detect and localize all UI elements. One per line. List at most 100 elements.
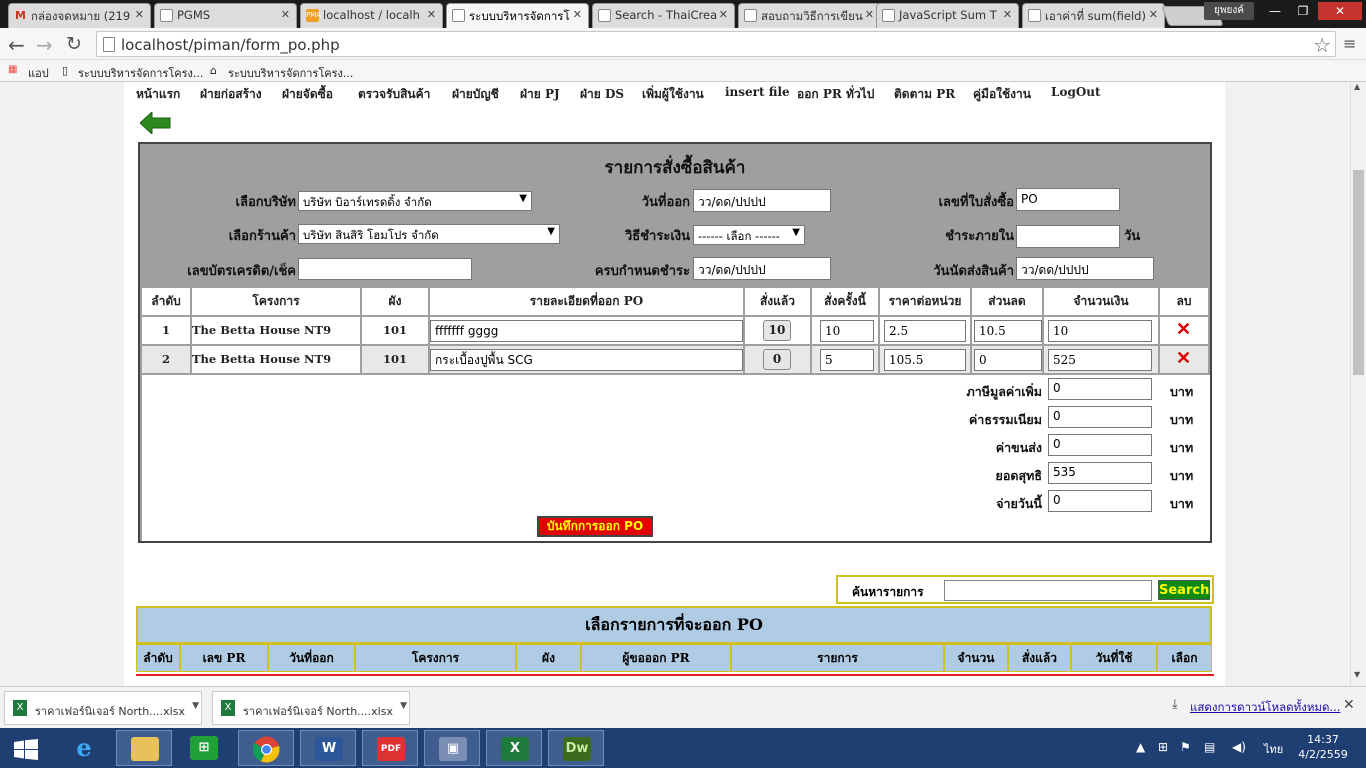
pay-today-input[interactable]: 0 <box>1048 490 1152 512</box>
bookmark-item[interactable]: ระบบบริหารจัดการโครง... <box>78 64 203 82</box>
search-button[interactable]: Search <box>1158 580 1210 600</box>
taskbar-excel[interactable]: X <box>486 730 542 766</box>
chrome-menu-icon[interactable]: ≡ <box>1343 34 1356 53</box>
tab-pgms[interactable]: PGMS ✕ <box>154 3 297 28</box>
price-input[interactable]: 105.5 <box>884 349 966 371</box>
close-icon[interactable]: ✕ <box>573 8 582 21</box>
chevron-down-icon[interactable]: ▼ <box>400 701 407 711</box>
card-input[interactable] <box>298 258 472 280</box>
bookmark-star-icon[interactable]: ☆ <box>1313 33 1331 57</box>
tab-gmail[interactable]: M กล่องจดหมาย (219 ✕ <box>8 3 151 28</box>
delivery-date-input[interactable]: วว/ดด/ปปปป <box>1016 257 1154 280</box>
close-icon[interactable]: ✕ <box>427 8 436 21</box>
volume-icon[interactable]: ◀) <box>1232 740 1246 754</box>
taskbar-dreamweaver[interactable]: Dw <box>548 730 604 766</box>
close-icon[interactable]: ✕ <box>281 8 290 21</box>
tab-js-sum[interactable]: JavaScript Sum T ✕ <box>876 3 1019 28</box>
user-badge[interactable]: ยุพยงค์ <box>1204 2 1254 20</box>
bookmark-apps[interactable]: แอป <box>28 64 49 82</box>
shop-select[interactable]: บริษัท สินสิริ โฮมโปร จำกัด ▼ <box>298 224 560 244</box>
vertical-scrollbar[interactable]: ▲ ▼ <box>1350 82 1366 686</box>
tab-sum-field[interactable]: เอาค่าที่ sum(field) ✕ <box>1022 3 1165 28</box>
taskbar-store[interactable]: ⊞ <box>176 730 232 766</box>
back-icon[interactable]: ← <box>8 33 25 57</box>
menu-general-pr[interactable]: ออก PR ทั่วไป <box>797 85 874 104</box>
apps-icon[interactable]: ▦ <box>8 64 17 75</box>
detail-input[interactable]: กระเบื้องปูพื้น SCG <box>430 349 743 371</box>
menu-purchasing[interactable]: ฝ่ายจัดซื้อ <box>282 85 333 104</box>
taskbar-ie[interactable]: e <box>56 730 112 766</box>
close-icon[interactable]: ✕ <box>135 8 144 21</box>
discount-input[interactable]: 10.5 <box>974 320 1042 342</box>
amount-input[interactable]: 525 <box>1048 349 1152 371</box>
amount-input[interactable]: 10 <box>1048 320 1152 342</box>
qty-input[interactable]: 5 <box>820 349 874 371</box>
menu-ds[interactable]: ฝ่าย DS <box>580 85 624 104</box>
flag-icon[interactable]: ⚑ <box>1180 740 1191 754</box>
close-icon[interactable]: ✕ <box>865 8 874 21</box>
reload-icon[interactable]: ↻ <box>66 33 82 55</box>
payment-select[interactable]: ------ เลือก ------ ▼ <box>693 225 805 245</box>
address-bar[interactable]: localhost/piman/form_po.php ☆ <box>96 31 1336 57</box>
menu-manual[interactable]: คู่มือใช้งาน <box>973 85 1031 104</box>
menu-accounting[interactable]: ฝ่ายบัญชี <box>452 85 499 104</box>
taskbar-word[interactable]: W <box>300 730 356 766</box>
close-icon[interactable]: ✕ <box>1343 697 1355 713</box>
back-arrow-icon[interactable] <box>140 112 172 134</box>
taskbar-chrome[interactable] <box>238 730 294 766</box>
page-info-icon[interactable] <box>103 37 115 52</box>
minimize-icon[interactable]: — <box>1262 2 1288 20</box>
scroll-down-icon[interactable]: ▼ <box>1354 670 1360 679</box>
taskbar-pdf[interactable]: PDF <box>362 730 418 766</box>
company-select[interactable]: บริษัท บิอาร์เทรดดิ้ง จำกัด ▼ <box>298 191 532 211</box>
fee-input[interactable]: 0 <box>1048 406 1152 428</box>
close-icon[interactable]: ✕ <box>1003 8 1012 21</box>
close-icon[interactable]: ✕ <box>719 8 728 21</box>
vat-input[interactable]: 0 <box>1048 378 1152 400</box>
show-all-downloads-link[interactable]: แสดงการดาวน์โหลดทั้งหมด... <box>1190 699 1340 717</box>
delete-icon[interactable]: ✕ <box>1176 349 1191 369</box>
save-po-button[interactable]: บันทึกการออก PO <box>537 516 653 537</box>
forward-icon[interactable]: → <box>36 33 53 57</box>
net-total-input[interactable]: 535 <box>1048 462 1152 484</box>
chevron-down-icon[interactable]: ▼ <box>192 701 199 711</box>
scrollbar-thumb[interactable] <box>1353 170 1364 375</box>
discount-input[interactable]: 0 <box>974 349 1042 371</box>
restore-icon[interactable]: ❐ <box>1290 2 1316 20</box>
taskbar-explorer[interactable] <box>116 730 172 766</box>
menu-track-pr[interactable]: ติดตาม PR <box>894 85 955 104</box>
menu-logout[interactable]: LogOut <box>1051 85 1101 99</box>
bookmark-item[interactable]: ระบบบริหารจัดการโครง... <box>228 64 353 82</box>
window-close-icon[interactable]: ✕ <box>1318 2 1362 20</box>
search-input[interactable] <box>944 580 1152 601</box>
price-input[interactable]: 2.5 <box>884 320 966 342</box>
ordered-button[interactable]: 10 <box>763 320 791 341</box>
download-item[interactable]: X ราคาเฟอร์นิเจอร์ North....xlsx ▼ <box>4 691 202 725</box>
delete-icon[interactable]: ✕ <box>1176 320 1191 340</box>
issue-date-input[interactable]: วว/ดด/ปปปป <box>693 189 831 212</box>
detail-input[interactable]: fffffff gggg <box>430 320 743 342</box>
tab-phpmyadmin[interactable]: PMA localhost / localh ✕ <box>300 3 443 28</box>
close-icon[interactable]: ✕ <box>1149 8 1158 21</box>
menu-insert-file[interactable]: insert file <box>725 85 790 99</box>
due-date-input[interactable]: วว/ดด/ปปปป <box>693 257 831 280</box>
show-hidden-icons-icon[interactable]: ▲ <box>1136 740 1145 754</box>
qty-input[interactable]: 10 <box>820 320 874 342</box>
tab-thaicreate[interactable]: Search - ThaiCrea ✕ <box>592 3 735 28</box>
po-number-input[interactable]: PO <box>1016 188 1120 211</box>
language-indicator[interactable]: ไทย <box>1264 740 1283 758</box>
shipping-input[interactable]: 0 <box>1048 434 1152 456</box>
menu-pj[interactable]: ฝ่าย PJ <box>520 85 560 104</box>
network-status-icon[interactable]: ▤ <box>1204 740 1215 754</box>
tab-piman[interactable]: ระบบบริหารจัดการโ ✕ <box>446 3 589 28</box>
taskbar-remote[interactable]: ▣ <box>424 730 480 766</box>
clock[interactable]: 14:37 4/2/2559 <box>1298 732 1348 762</box>
menu-construction[interactable]: ฝ่ายก่อสร้าง <box>200 85 262 104</box>
start-button[interactable] <box>0 730 56 766</box>
menu-receive[interactable]: ตรวจรับสินค้า <box>358 85 430 104</box>
menu-add-user[interactable]: เพิ่มผู้ใช้งาน <box>642 85 704 104</box>
download-item[interactable]: X ราคาเฟอร์นิเจอร์ North....xlsx ▼ <box>212 691 410 725</box>
ordered-button[interactable]: 0 <box>763 349 791 370</box>
tab-ask[interactable]: สอบถามวิธีการเขียน ✕ <box>738 3 881 28</box>
network-icon[interactable]: ⊞ <box>1158 740 1168 754</box>
